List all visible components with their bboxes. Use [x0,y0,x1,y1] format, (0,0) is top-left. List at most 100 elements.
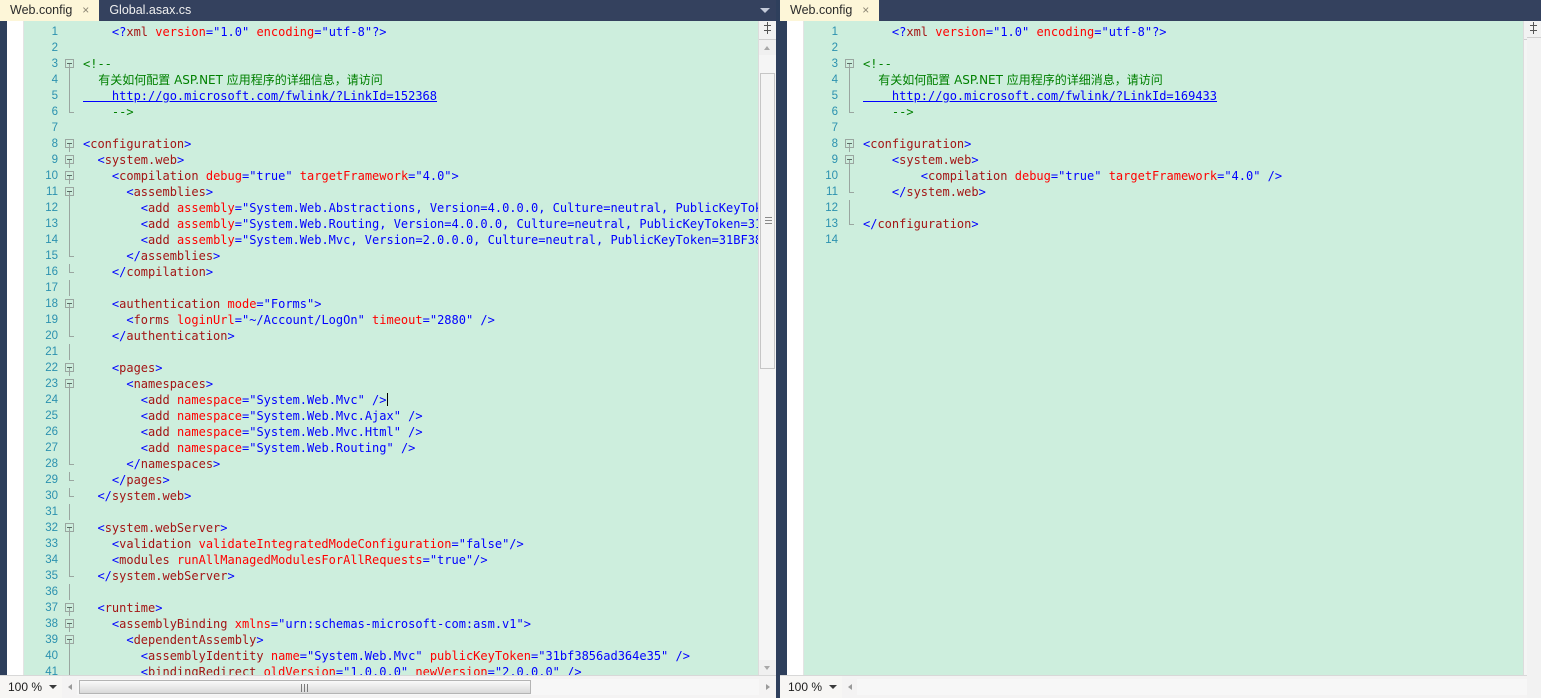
code-line[interactable]: 10 <compilation debug="true" targetFrame… [24,168,758,184]
code-line[interactable]: 32 <system.webServer> [24,520,758,536]
code-line[interactable]: 38 <assemblyBinding xmlns="urn:schemas-m… [24,616,758,632]
fold-collapse-icon[interactable] [63,56,79,72]
fold-collapse-icon[interactable] [63,168,79,184]
code-line[interactable]: 4 有关如何配置 ASP.NET 应用程序的详细消息，请访问 [804,72,1523,88]
hscroll-left-button[interactable] [842,678,857,696]
code-line[interactable]: 31 [24,504,758,520]
hyperlink[interactable]: http://go.microsoft.com/fwlink/?LinkId=1… [83,89,437,103]
right-indicator-margin[interactable] [787,21,804,675]
code-line[interactable]: 30 </system.web> [24,488,758,504]
fold-collapse-icon[interactable] [63,632,79,648]
fold-collapse-icon[interactable] [63,376,79,392]
left-indicator-margin[interactable] [7,21,24,675]
code-line[interactable]: 16 </compilation> [24,264,758,280]
code-line[interactable]: 1 <?xml version="1.0" encoding="utf-8"?> [804,24,1523,40]
code-token: configuration [870,137,965,151]
code-line[interactable]: 39 <dependentAssembly> [24,632,758,648]
left-vertical-scrollbar[interactable] [758,21,776,675]
hscroll-right-button[interactable] [761,678,776,696]
code-line[interactable]: 22 <pages> [24,360,758,376]
code-line[interactable]: 3 <!-- [804,56,1523,72]
code-line[interactable]: 41 <bindingRedirect oldVersion = "1.0.0.0"… [24,664,758,675]
code-line[interactable]: 13 </configuration> [804,216,1523,232]
code-line[interactable]: 40 <assemblyIdentity name="System.Web.Mv… [24,648,758,664]
right-hscroll-track[interactable] [857,679,1539,695]
code-line[interactable]: 1 <?xml version="1.0" encoding="utf-8"?> [24,24,758,40]
code-line[interactable]: 12 [804,200,1523,216]
fold-collapse-icon[interactable] [63,136,79,152]
left-code-area[interactable]: 1 <?xml version="1.0" encoding="utf-8"?>… [24,21,758,675]
left-hscroll-track[interactable] [77,679,759,695]
code-line[interactable]: 14 [804,232,1523,248]
code-line[interactable]: 19 <forms loginUrl="~/Account/LogOn" tim… [24,312,758,328]
split-view-button[interactable] [759,21,776,40]
code-line[interactable]: 6 --> [804,104,1523,120]
fold-collapse-icon[interactable] [63,600,79,616]
fold-collapse-icon[interactable] [63,616,79,632]
editor-tab-web-config[interactable]: Web.config × [0,0,100,21]
code-line[interactable]: 12 <add assembly="System.Web.Abstraction… [24,200,758,216]
code-line[interactable]: 26 <add namespace="System.Web.Mvc.Html" … [24,424,758,440]
code-line[interactable]: 29 </pages> [24,472,758,488]
code-line[interactable]: 4 有关如何配置 ASP.NET 应用程序的详细信息，请访问 [24,72,758,88]
fold-collapse-icon[interactable] [843,56,859,72]
fold-collapse-icon[interactable] [63,152,79,168]
editor-tab-web-config[interactable]: Web.config × [780,0,880,21]
code-line[interactable]: 6 --> [24,104,758,120]
scroll-down-button[interactable] [759,660,776,675]
code-line[interactable]: 2 [804,40,1523,56]
left-vscroll-track[interactable] [759,55,776,660]
right-code-area[interactable]: 1 <?xml version="1.0" encoding="utf-8"?>… [804,21,1523,675]
code-line[interactable]: 15 </assemblies> [24,248,758,264]
code-line[interactable]: 5 http://go.microsoft.com/fwlink/?LinkId… [804,88,1523,104]
code-line[interactable]: 5 http://go.microsoft.com/fwlink/?LinkId… [24,88,758,104]
code-line[interactable]: 17 [24,280,758,296]
code-line[interactable]: 36 [24,584,758,600]
fold-collapse-icon[interactable] [63,296,79,312]
code-line[interactable]: 9 <system.web> [24,152,758,168]
code-line[interactable]: 10 <compilation debug="true" targetFrame… [804,168,1523,184]
code-line[interactable]: 9 <system.web> [804,152,1523,168]
editor-tab-global-asax-cs[interactable]: Global.asax.cs [99,0,200,21]
code-line[interactable]: 7 [804,120,1523,136]
close-icon[interactable]: × [860,4,871,16]
code-line[interactable]: 13 <add assembly="System.Web.Routing, Ve… [24,216,758,232]
fold-collapse-icon[interactable] [63,520,79,536]
code-line[interactable]: 2 [24,40,758,56]
code-line[interactable]: 18 <authentication mode="Forms"> [24,296,758,312]
right-zoom-selector[interactable]: 100 % [780,676,842,698]
code-line[interactable]: 24 <add namespace="System.Web.Mvc" /> [24,392,758,408]
hyperlink[interactable]: http://go.microsoft.com/fwlink/?LinkId=1… [863,89,1217,103]
fold-collapse-icon[interactable] [843,152,859,168]
code-line[interactable]: 11 </system.web> [804,184,1523,200]
code-line[interactable]: 23 <namespaces> [24,376,758,392]
code-line[interactable]: 20 </authentication> [24,328,758,344]
right-split-view-button[interactable] [1527,21,1541,38]
code-line[interactable]: 3 <!-- [24,56,758,72]
hscroll-left-button[interactable] [62,678,77,696]
code-line[interactable]: 34 <modules runAllManagedModulesForAllRe… [24,552,758,568]
code-line[interactable]: 14 <add assembly="System.Web.Mvc, Versio… [24,232,758,248]
tab-list-dropdown-button[interactable] [754,0,776,21]
left-hscroll-thumb[interactable] [79,680,531,694]
code-line[interactable]: 11 <assemblies> [24,184,758,200]
code-line[interactable]: 25 <add namespace="System.Web.Mvc.Ajax" … [24,408,758,424]
code-line[interactable]: 7 [24,120,758,136]
code-line[interactable]: 27 <add namespace="System.Web.Routing" /… [24,440,758,456]
fold-collapse-icon[interactable] [63,360,79,376]
left-vscroll-thumb[interactable] [760,73,775,369]
code-line[interactable]: 8 <configuration> [804,136,1523,152]
code-line[interactable]: 33 <validation validateIntegratedModeCon… [24,536,758,552]
fold-collapse-icon[interactable] [843,136,859,152]
code-line[interactable]: 28 </namespaces> [24,456,758,472]
left-zoom-selector[interactable]: 100 % [0,676,62,698]
fold-guide-line [69,200,70,216]
code-line[interactable]: 35 </system.webServer> [24,568,758,584]
code-line[interactable]: 21 [24,344,758,360]
code-token: bindingRedirect [148,665,257,675]
fold-collapse-icon[interactable] [63,184,79,200]
close-icon[interactable]: × [80,4,91,16]
code-line[interactable]: 8 <configuration> [24,136,758,152]
scroll-up-button[interactable] [759,40,776,55]
code-line[interactable]: 37 <runtime> [24,600,758,616]
